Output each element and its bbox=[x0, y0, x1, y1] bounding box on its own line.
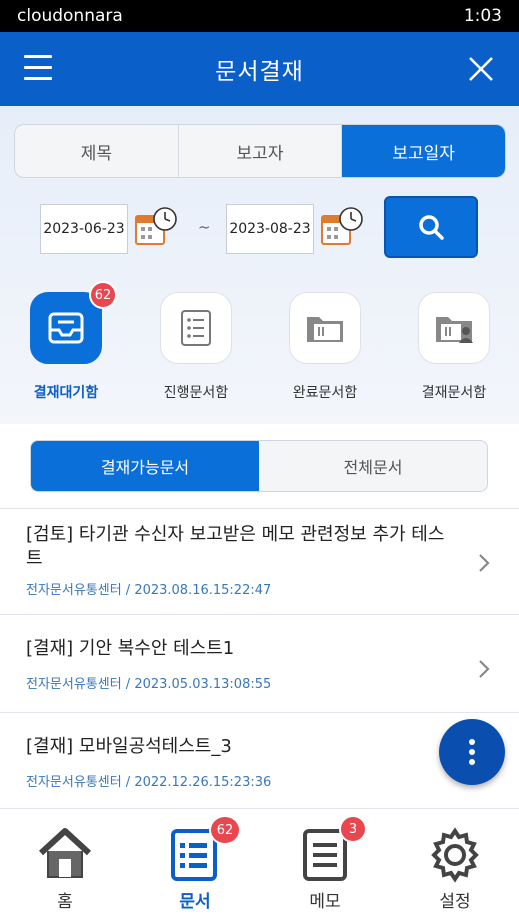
box-label: 결재대기함 bbox=[33, 385, 99, 401]
end-date-field[interactable]: 2023-08-23 bbox=[226, 204, 314, 254]
calendar-clock-icon[interactable] bbox=[320, 206, 364, 250]
nav-icon-wrap: 62 bbox=[165, 815, 241, 883]
more-vertical-icon bbox=[469, 739, 475, 765]
list-item[interactable]: [검토] 타기관 수신자 보고받은 메모 관련정보 추가 테스트 전자문서유통센… bbox=[0, 508, 519, 614]
menu-button[interactable] bbox=[24, 55, 52, 81]
gear-icon bbox=[431, 827, 479, 883]
search-type-tabs: 제목 보고자 보고일자 bbox=[14, 124, 506, 178]
chevron-right-icon bbox=[479, 660, 490, 678]
document-meta: 전자문서유통센터 / 2023.05.03.13:08:55 bbox=[26, 677, 272, 692]
list-item[interactable]: [결재] 기안 복수안 테스트1 전자문서유통센터 / 2023.05.03.1… bbox=[0, 614, 519, 712]
document-meta: 전자문서유통센터 / 2023.08.16.15:22:47 bbox=[26, 583, 272, 598]
tab-approvable-documents[interactable]: 결재가능문서 bbox=[31, 441, 259, 491]
status-app-name: cloudonnara bbox=[17, 6, 123, 26]
box-label: 결재문서함 bbox=[421, 385, 487, 401]
nav-icon-wrap bbox=[425, 823, 485, 883]
search-panel: 제목 보고자 보고일자 2023-06-23 ~ 2023-08-23 62 결… bbox=[0, 106, 519, 424]
document-box-row: 62 결재대기함 진행문서함 완료문서함 결재문서함 bbox=[0, 281, 519, 412]
folder-icon bbox=[307, 317, 343, 342]
search-button[interactable] bbox=[384, 196, 478, 258]
box-tile bbox=[289, 292, 361, 364]
badge-count: 62 bbox=[89, 281, 117, 309]
hamburger-line bbox=[24, 77, 52, 80]
badge-count: 62 bbox=[209, 815, 241, 845]
close-icon bbox=[469, 57, 493, 81]
document-title: [결재] 모바일공석테스트_3 bbox=[26, 736, 232, 757]
inbox-icon bbox=[48, 312, 84, 344]
calendar-clock-icon[interactable] bbox=[134, 206, 178, 250]
date-range-row: 2023-06-23 ~ 2023-08-23 bbox=[0, 196, 519, 264]
tab-title[interactable]: 제목 bbox=[15, 125, 179, 177]
nav-label: 홈 bbox=[57, 892, 73, 912]
document-title: [검토] 타기관 수신자 보고받은 메모 관련정보 추가 테스트 bbox=[26, 524, 445, 569]
box-tile bbox=[418, 292, 490, 364]
tab-all-documents[interactable]: 전체문서 bbox=[259, 441, 487, 491]
document-meta: 전자문서유통센터 / 2022.12.26.15:23:36 bbox=[26, 775, 272, 790]
nav-icon-wrap: 3 bbox=[295, 815, 367, 883]
box-label: 진행문서함 bbox=[163, 385, 229, 401]
home-icon bbox=[38, 828, 92, 878]
folder-user-icon bbox=[436, 317, 473, 343]
nav-icon-wrap bbox=[35, 823, 95, 883]
tab-reporter[interactable]: 보고자 bbox=[179, 125, 343, 177]
date-separator: ~ bbox=[198, 218, 211, 236]
box-in-progress[interactable]: 진행문서함 bbox=[136, 292, 256, 402]
app-bar: 문서결재 bbox=[0, 32, 519, 106]
search-icon bbox=[419, 215, 444, 240]
nav-label: 메모 bbox=[309, 892, 341, 912]
hamburger-line bbox=[24, 66, 52, 69]
document-title: [결재] 기안 복수안 테스트1 bbox=[26, 638, 235, 659]
status-bar: cloudonnara 1:03 bbox=[0, 0, 519, 32]
close-button[interactable] bbox=[467, 55, 495, 83]
box-tile bbox=[160, 292, 232, 364]
box-tile: 62 bbox=[30, 281, 117, 364]
nav-settings[interactable]: 설정 bbox=[405, 823, 505, 912]
nav-memo[interactable]: 3 메모 bbox=[275, 815, 375, 912]
status-time: 1:03 bbox=[463, 6, 502, 26]
box-label: 완료문서함 bbox=[292, 385, 358, 401]
nav-home[interactable]: 홈 bbox=[15, 823, 115, 912]
badge-count: 3 bbox=[339, 815, 367, 843]
box-completed[interactable]: 완료문서함 bbox=[265, 292, 385, 402]
hamburger-line bbox=[24, 55, 52, 58]
nav-documents[interactable]: 62 문서 bbox=[145, 815, 245, 912]
start-date-field[interactable]: 2023-06-23 bbox=[40, 204, 128, 254]
chevron-right-icon bbox=[479, 554, 490, 572]
nav-label: 문서 bbox=[179, 892, 211, 912]
tab-report-date[interactable]: 보고일자 bbox=[342, 125, 505, 177]
more-options-button[interactable] bbox=[439, 719, 505, 785]
box-pending-approval[interactable]: 62 결재대기함 bbox=[6, 281, 126, 402]
list-document-icon bbox=[181, 310, 211, 346]
bottom-navigation: 홈 62 문서 3 메모 설정 bbox=[0, 808, 519, 922]
nav-label: 설정 bbox=[439, 892, 471, 912]
box-approved[interactable]: 결재문서함 bbox=[394, 292, 514, 402]
page-title: 문서결재 bbox=[215, 59, 304, 85]
document-filter-tabs: 결재가능문서 전체문서 bbox=[30, 440, 488, 492]
